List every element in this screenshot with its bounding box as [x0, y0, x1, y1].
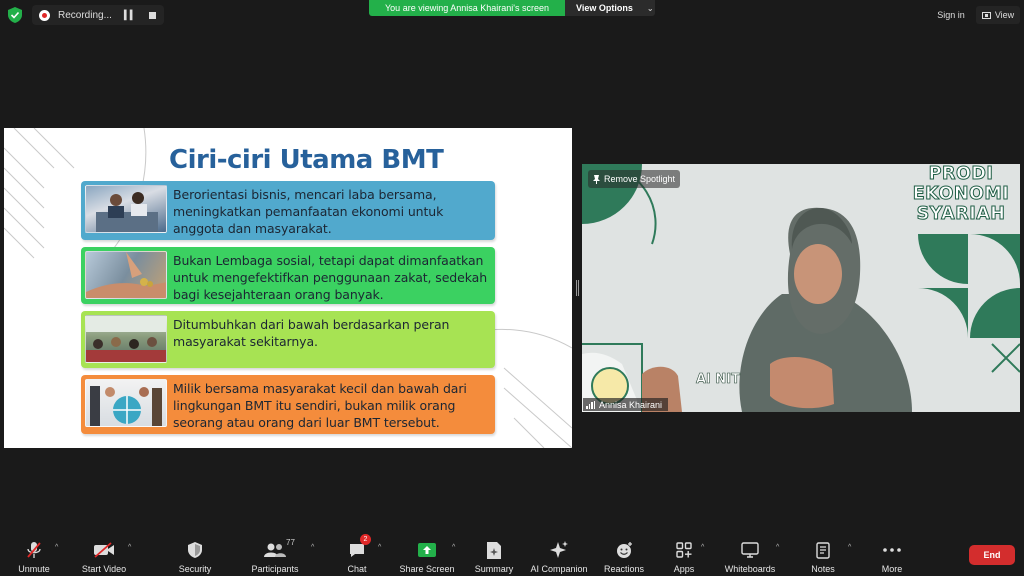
share-options-chevron[interactable]: ^ — [452, 544, 455, 551]
participants-count: 77 — [286, 538, 295, 547]
chat-options-chevron[interactable]: ^ — [378, 544, 381, 551]
view-label: View — [994, 10, 1015, 20]
apps-label: Apps — [673, 564, 695, 574]
security-button[interactable]: Security — [175, 532, 215, 576]
view-button[interactable]: View — [976, 6, 1020, 24]
zoom-meeting-window: Recording... ▍▍ You are viewing Annisa K… — [0, 0, 1024, 576]
audio-options-chevron[interactable]: ^ — [55, 544, 58, 551]
whiteboards-label: Whiteboards — [724, 564, 776, 574]
slide-point-2-text: Bukan Lembaga sosial, tetapi dapat diman… — [173, 253, 488, 302]
slide-title: Ciri-ciri Utama BMT — [169, 145, 444, 175]
slide-point-4: Milik bersama masyarakat kecil dan bawah… — [81, 375, 495, 434]
background-text-line-1: PRODI — [928, 164, 994, 185]
reactions-button[interactable]: Reactions — [602, 532, 646, 576]
notes-options-chevron[interactable]: ^ — [848, 544, 851, 551]
view-options-label: View Options — [576, 3, 633, 13]
background-text-line-2: EKONOMI — [912, 184, 1010, 205]
notes-icon — [816, 541, 830, 559]
share-screen-icon — [418, 543, 436, 557]
ai-companion-label: AI Companion — [530, 564, 588, 574]
pin-icon — [593, 174, 600, 184]
slide-point-1-text: Berorientasi bisnis, mencari laba bersam… — [173, 187, 444, 236]
reactions-emoji-icon — [616, 541, 632, 558]
unmute-button[interactable]: Unmute — [14, 532, 54, 576]
shared-screen-slide: Ciri-ciri Utama BMT Berorientasi bisnis,… — [4, 128, 572, 448]
participants-button[interactable]: 77 Participants — [248, 532, 302, 576]
slide-point-4-text: Milik bersama masyarakat kecil dan bawah… — [173, 381, 467, 430]
view-options-button[interactable]: View Options ⌄ — [565, 0, 655, 16]
share-screen-label: Share Screen — [399, 564, 455, 574]
summary-label: Summary — [474, 564, 514, 574]
chat-icon — [350, 543, 364, 557]
video-options-chevron[interactable]: ^ — [128, 544, 131, 551]
start-video-label: Start Video — [81, 564, 127, 574]
chat-label: Chat — [347, 564, 367, 574]
sparkle-icon — [550, 541, 568, 558]
video-off-icon — [94, 542, 114, 558]
notes-label: Notes — [811, 564, 835, 574]
ai-companion-button[interactable]: AI Companion — [528, 532, 590, 576]
chevron-down-icon: ⌄ — [646, 3, 654, 13]
apps-icon — [676, 542, 692, 558]
share-screen-button[interactable]: Share Screen — [398, 532, 456, 576]
microphone-muted-icon — [27, 542, 41, 558]
start-video-button[interactable]: Start Video — [78, 532, 130, 576]
participants-icon — [264, 543, 286, 557]
logo-text: AI NIT — [696, 372, 741, 388]
recording-indicator: Recording... ▍▍ — [32, 5, 164, 25]
participant-name: Annisa Khairani — [599, 399, 663, 410]
end-meeting-button[interactable]: End — [969, 545, 1015, 565]
remove-spotlight-label: Remove Spotlight — [604, 174, 676, 184]
security-shield-icon — [188, 542, 202, 558]
slide-point-3-text: Ditumbuhkan dari bawah berdasarkan peran… — [173, 317, 450, 349]
stop-recording-button[interactable] — [148, 11, 156, 19]
record-icon — [39, 9, 50, 21]
remove-spotlight-button[interactable]: Remove Spotlight — [588, 170, 680, 188]
people-globe-photo — [85, 379, 167, 427]
participants-label: Participants — [251, 564, 299, 574]
shield-check-icon[interactable] — [8, 7, 22, 23]
apps-button[interactable]: Apps — [668, 532, 700, 576]
connection-signal-icon — [586, 400, 595, 409]
view-layout-icon — [981, 11, 991, 19]
security-label: Security — [178, 564, 212, 574]
meeting-toolbar: Unmute ^ Start Video ^ Security 77 Parti… — [0, 532, 1024, 576]
chat-button[interactable]: 2 Chat — [340, 532, 374, 576]
more-label: More — [881, 564, 903, 574]
more-dots-icon — [883, 548, 901, 552]
background-text-line-3: SYARIAH — [916, 204, 1006, 225]
coin-hands-photo — [85, 251, 167, 299]
participant-name-tag: Annisa Khairani — [583, 398, 669, 411]
whiteboards-button[interactable]: Whiteboards — [720, 532, 780, 576]
apps-options-chevron[interactable]: ^ — [701, 544, 704, 551]
sign-in-button[interactable]: Sign in — [930, 7, 972, 23]
slide-point-1: Berorientasi bisnis, mencari laba bersam… — [81, 181, 495, 240]
reactions-label: Reactions — [603, 564, 645, 574]
whiteboard-icon — [741, 542, 759, 558]
chat-unread-badge: 2 — [360, 534, 371, 545]
pause-recording-button[interactable]: ▍▍ — [124, 10, 137, 21]
business-meeting-photo — [85, 185, 167, 233]
notes-button[interactable]: Notes — [806, 532, 840, 576]
whiteboards-options-chevron[interactable]: ^ — [776, 544, 779, 551]
unmute-label: Unmute — [18, 564, 50, 574]
slide-point-2: Bukan Lembaga sosial, tetapi dapat diman… — [81, 247, 495, 304]
community-meeting-photo — [85, 315, 167, 363]
video-background-text: PRODI EKONOMI SYARIAH — [906, 164, 1016, 225]
participants-options-chevron[interactable]: ^ — [311, 544, 314, 551]
slide-point-3: Ditumbuhkan dari bawah berdasarkan peran… — [81, 311, 495, 368]
summary-document-icon — [487, 541, 501, 559]
more-button[interactable]: More — [875, 532, 909, 576]
panel-splitter-handle[interactable] — [576, 280, 579, 296]
summary-button[interactable]: Summary — [472, 532, 516, 576]
recording-label: Recording... — [58, 9, 112, 21]
viewing-screen-banner: You are viewing Annisa Khairani's screen — [369, 0, 565, 16]
